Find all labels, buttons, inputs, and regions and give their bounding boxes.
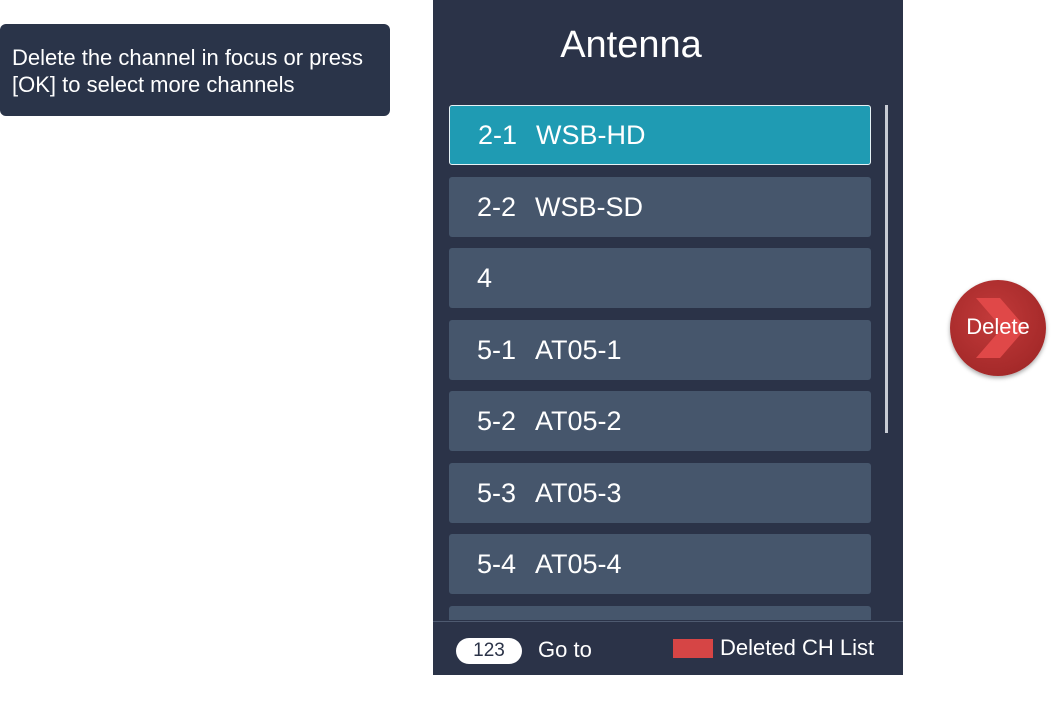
channel-list-panel: Antenna 2-1 WSB-HD 2-2 WSB-SD 4 5-1 AT05… <box>433 0 903 675</box>
channel-name: WSB-SD <box>535 191 643 222</box>
hint-line-2: [OK] to select more channels <box>12 72 295 97</box>
channel-row[interactable]: 2-1 WSB-HD <box>449 105 871 165</box>
channel-number: 5-4 <box>477 548 517 579</box>
channel-name: AT05-1 <box>535 334 622 365</box>
channel-row[interactable]: 5-1 AT05-1 <box>449 320 871 380</box>
number-key-badge: 123 <box>456 638 522 664</box>
panel-footer: 123 Go to Deleted CH List <box>433 621 903 675</box>
hint-tooltip: Delete the channel in focus or press [OK… <box>0 24 390 116</box>
channel-number: 4 <box>477 262 493 293</box>
channel-name: WSB-HD <box>536 119 646 150</box>
channel-number: 2-2 <box>477 191 517 222</box>
channel-row[interactable]: 2-2 WSB-SD <box>449 177 871 237</box>
channel-number: 5-3 <box>477 477 517 508</box>
channel-row-partial[interactable] <box>449 606 871 620</box>
channel-row[interactable]: 5-4 AT05-4 <box>449 534 871 594</box>
hint-line-1: Delete the channel in focus or press <box>12 45 363 70</box>
channel-row[interactable]: 4 <box>449 248 871 308</box>
channel-number: 5-2 <box>477 405 517 436</box>
deleted-ch-list-label: Deleted CH List <box>720 635 875 660</box>
channel-row[interactable]: 5-3 AT05-3 <box>449 463 871 523</box>
channel-number: 2-1 <box>478 119 518 150</box>
channel-name: AT05-2 <box>535 405 622 436</box>
channel-name: AT05-4 <box>535 548 622 579</box>
red-key-icon <box>673 639 713 658</box>
list-scrollbar[interactable] <box>885 105 888 433</box>
goto-label: Go to <box>538 637 592 662</box>
delete-button-label: Delete <box>966 314 1030 339</box>
channel-list: 2-1 WSB-HD 2-2 WSB-SD 4 5-1 AT05-1 5-2 A… <box>449 0 871 620</box>
channel-name: AT05-3 <box>535 477 622 508</box>
delete-button[interactable]: Delete <box>950 280 1046 376</box>
channel-row[interactable]: 5-2 AT05-2 <box>449 391 871 451</box>
channel-number: 5-1 <box>477 334 517 365</box>
